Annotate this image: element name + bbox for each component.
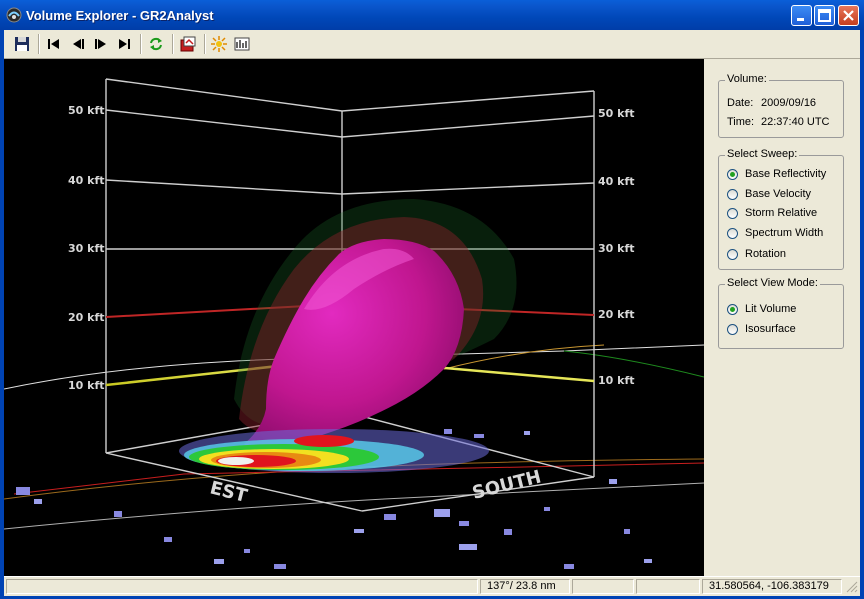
options-icon (234, 37, 250, 51)
time-label: Time: (727, 116, 755, 128)
last-frame-button[interactable] (114, 34, 134, 54)
volume-info-group: Volume: Date: 2009/09/16 Time: 22:37:40 … (718, 73, 844, 138)
first-frame-icon (48, 39, 59, 49)
close-icon (843, 10, 854, 21)
altitude-label: 40 kft (68, 174, 105, 187)
maximize-button[interactable] (814, 5, 835, 26)
altitude-label: 30 kft (598, 242, 635, 255)
toolbar-separator (172, 34, 174, 54)
step-back-icon (73, 39, 84, 49)
toolbar-separator (204, 34, 206, 54)
sweep-option-label[interactable]: Base Velocity (745, 188, 811, 200)
export-button[interactable] (178, 34, 198, 54)
app-icon (6, 7, 22, 23)
view-mode-option-label[interactable]: Lit Volume (745, 303, 796, 315)
date-value: 2009/09/16 (761, 97, 817, 109)
view-mode-group-legend: Select View Mode: (725, 277, 820, 289)
radio-button[interactable] (727, 324, 738, 335)
refresh-button[interactable] (146, 34, 166, 54)
save-icon (15, 37, 29, 51)
altitude-label: 20 kft (598, 308, 635, 321)
sweep-option-label[interactable]: Base Reflectivity (745, 168, 826, 180)
altitude-label: 10 kft (598, 374, 635, 387)
first-frame-button[interactable] (44, 34, 64, 54)
radio-button-selected[interactable] (727, 169, 738, 180)
toolbar-separator (38, 34, 40, 54)
toolbar (4, 30, 860, 59)
time-value: 22:37:40 UTC (761, 116, 830, 128)
sweep-option-label[interactable]: Storm Relative (745, 207, 817, 219)
status-cell-empty (636, 579, 700, 594)
altitude-label: 50 kft (598, 107, 635, 120)
radio-button[interactable] (727, 208, 738, 219)
volume-group-legend: Volume: (725, 73, 769, 85)
step-forward-icon (95, 39, 106, 49)
view-mode-option-label[interactable]: Isosurface (745, 323, 796, 335)
save-button[interactable] (12, 34, 32, 54)
maximize-icon (818, 9, 831, 22)
radio-button-selected[interactable] (727, 304, 738, 315)
minimize-button[interactable] (791, 5, 812, 26)
title-bar: Volume Explorer - GR2Analyst (0, 0, 864, 30)
close-button[interactable] (838, 5, 859, 26)
step-back-button[interactable] (68, 34, 88, 54)
status-cell-empty (572, 579, 634, 594)
resize-grip-icon[interactable] (846, 581, 858, 593)
sweep-group-legend: Select Sweep: (725, 148, 800, 160)
refresh-icon (150, 37, 162, 51)
status-bearing-range: 137°/ 23.8 nm (480, 579, 570, 594)
control-panel: Volume: Date: 2009/09/16 Time: 22:37:40 … (704, 59, 860, 576)
step-forward-button[interactable] (91, 34, 111, 54)
lighting-button[interactable] (209, 34, 229, 54)
status-bar: 137°/ 23.8 nm 31.580564, -106.383179 (4, 576, 860, 596)
volume-3d-viewport[interactable]: 50 kft 40 kft 30 kft 20 kft 10 kft 50 kf… (4, 59, 704, 576)
view-mode-group: Select View Mode: Lit Volume Isosurface (718, 277, 844, 349)
radio-button[interactable] (727, 249, 738, 260)
altitude-label: 30 kft (68, 242, 105, 255)
status-coordinates: 31.580564, -106.383179 (702, 579, 842, 594)
sweep-option-label[interactable]: Rotation (745, 248, 786, 260)
altitude-label: 20 kft (68, 311, 105, 324)
sweep-option-label[interactable]: Spectrum Width (745, 227, 823, 239)
altitude-label: 40 kft (598, 175, 635, 188)
options-button[interactable] (232, 34, 252, 54)
altitude-label: 50 kft (68, 104, 105, 117)
select-sweep-group: Select Sweep: Base Reflectivity Base Vel… (718, 148, 844, 270)
window-frame-right (860, 30, 864, 599)
window-title: Volume Explorer - GR2Analyst (26, 8, 214, 23)
radar-volume-render: 50 kft 40 kft 30 kft 20 kft 10 kft 50 kf… (4, 59, 704, 576)
toolbar-separator (140, 34, 142, 54)
radio-button[interactable] (727, 189, 738, 200)
export-icon (180, 36, 196, 52)
last-frame-icon (119, 39, 130, 49)
date-label: Date: (727, 97, 754, 109)
altitude-label: 10 kft (68, 379, 105, 392)
minimize-icon (797, 18, 804, 21)
lighting-icon (211, 36, 227, 52)
radio-button[interactable] (727, 228, 738, 239)
status-cell-empty (6, 579, 478, 594)
